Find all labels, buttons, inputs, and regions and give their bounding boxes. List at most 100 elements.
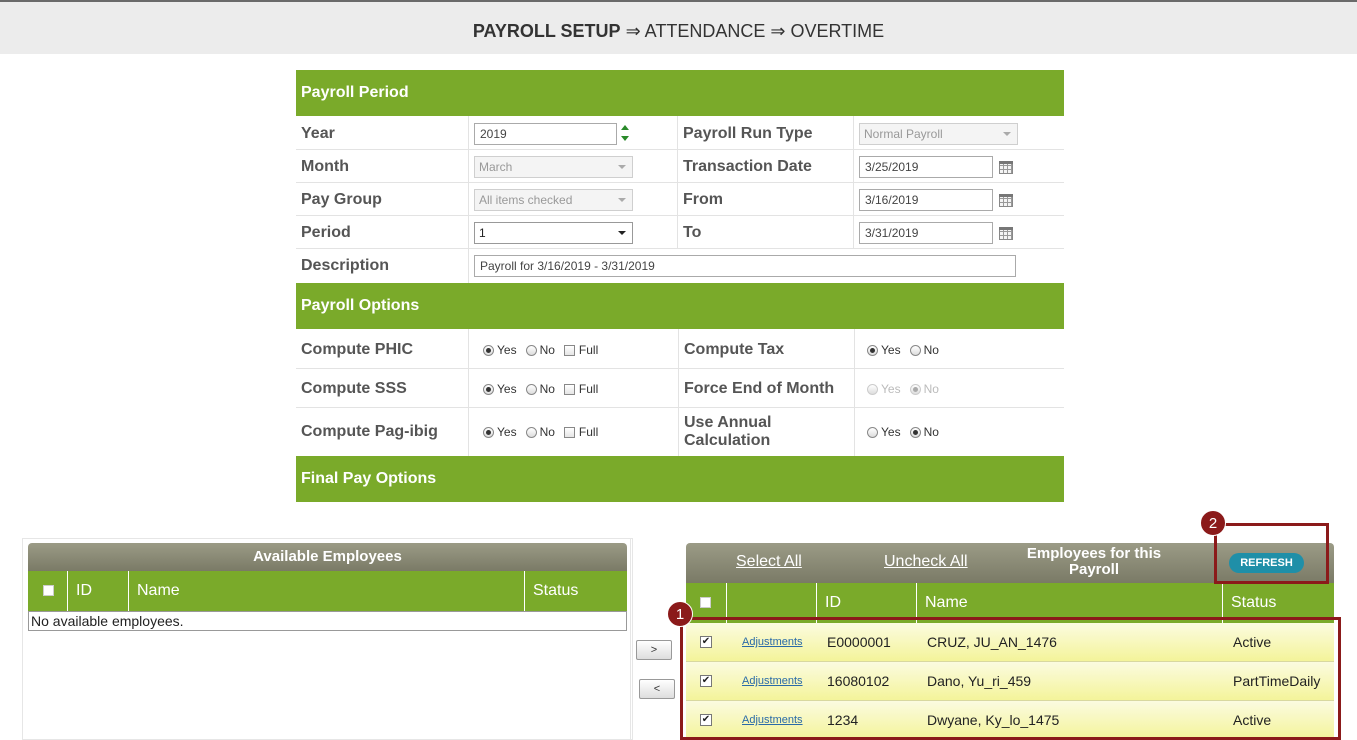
option-label: No [539, 343, 555, 357]
select-all-checkbox[interactable] [700, 597, 711, 608]
selected-title-line: Payroll [1068, 561, 1120, 578]
col-status[interactable]: Status [525, 571, 627, 611]
col-id[interactable]: ID [68, 571, 129, 611]
tax-yes-radio[interactable] [867, 344, 878, 356]
eom-label: Force End of Month [684, 380, 835, 397]
sss-full-checkbox[interactable] [563, 383, 575, 395]
sss-no-radio[interactable] [525, 383, 537, 395]
sss-label: Compute SSS [301, 380, 407, 397]
select-all-link[interactable]: Select All [736, 553, 802, 571]
option-label: Yes [497, 382, 517, 396]
phic-yes-radio[interactable] [483, 344, 494, 356]
selected-title-line: Employees for this [1026, 545, 1162, 562]
phic-no-radio[interactable] [525, 344, 537, 356]
form-row [296, 369, 1064, 408]
annual-label: Use Annual Calculation [684, 414, 771, 450]
empty-message: No available employees. [28, 611, 627, 631]
selected-title: Employees for this Payroll [1016, 546, 1172, 578]
breadcrumb-sep: ⇒ [765, 21, 791, 41]
run-type-label: Payroll Run Type [683, 125, 813, 142]
option-label: Full [578, 382, 599, 396]
breadcrumb-attendance[interactable]: ATTENDANCE [645, 21, 766, 41]
trans-date-label: Transaction Date [683, 158, 812, 175]
from-label: From [683, 191, 723, 208]
month-value: March [479, 160, 513, 174]
option-label: Yes [497, 425, 517, 439]
move-right-button[interactable]: > [636, 640, 672, 660]
header-checkbox-cell [28, 571, 68, 611]
annotation-box-1 [680, 617, 1341, 740]
annual-options: Yes No [867, 425, 939, 439]
from-date-field[interactable]: 3/16/2019 [859, 189, 993, 211]
tax-label: Compute Tax [684, 341, 785, 358]
phic-options: Yes No Full [483, 343, 598, 357]
option-label: Yes [881, 343, 901, 357]
period-label: Period [301, 224, 351, 241]
col-name[interactable]: Name [129, 571, 525, 611]
annotation-badge-2: 2 [1200, 510, 1226, 536]
period-select[interactable]: 1 [474, 222, 633, 244]
calendar-icon[interactable] [999, 227, 1013, 240]
annual-yes-radio[interactable] [867, 426, 878, 438]
step-down-icon[interactable] [621, 136, 629, 141]
divider [678, 329, 679, 456]
option-label: Yes [881, 382, 901, 396]
year-field[interactable]: 2019 [474, 123, 617, 145]
payroll-options-header[interactable]: Payroll Options [296, 283, 1064, 329]
description-field[interactable]: Payroll for 3/16/2019 - 3/31/2019 [474, 255, 1016, 277]
option-label: No [539, 382, 555, 396]
chevron-down-icon [618, 198, 626, 202]
calendar-icon[interactable] [999, 161, 1013, 174]
pagibig-yes-radio[interactable] [483, 426, 494, 438]
available-grid-header: ID Name Status [28, 571, 627, 611]
breadcrumb-payroll-setup[interactable]: PAYROLL SETUP [473, 21, 621, 41]
calendar-icon[interactable] [999, 194, 1013, 207]
move-left-button[interactable]: < [639, 679, 675, 699]
option-label: No [923, 343, 939, 357]
month-select[interactable]: March [474, 156, 633, 178]
annotation-badge-1: 1 [667, 601, 693, 627]
to-label: To [683, 224, 702, 241]
divider [854, 329, 855, 456]
annual-no-radio[interactable] [909, 426, 921, 438]
divider [630, 538, 631, 740]
uncheck-all-link[interactable]: Uncheck All [884, 553, 968, 571]
pagibig-no-radio[interactable] [525, 426, 537, 438]
annotation-box-2 [1214, 523, 1329, 584]
pay-group-select[interactable]: All items checked [474, 189, 633, 211]
year-label: Year [301, 125, 335, 142]
tax-no-radio[interactable] [909, 344, 921, 356]
option-label: Full [578, 343, 599, 357]
divider [468, 116, 469, 283]
chevron-down-icon [618, 165, 626, 169]
breadcrumb: PAYROLL SETUP ⇒ ATTENDANCE ⇒ OVERTIME [0, 2, 1357, 54]
option-label: Full [578, 425, 599, 439]
select-all-checkbox[interactable] [43, 585, 54, 596]
payroll-period-header[interactable]: Payroll Period [296, 70, 1064, 116]
sss-yes-radio[interactable] [483, 383, 494, 395]
sss-options: Yes No Full [483, 382, 598, 396]
description-label: Description [301, 257, 390, 274]
eom-yes-radio[interactable] [867, 383, 878, 395]
phic-full-checkbox[interactable] [563, 344, 575, 356]
breadcrumb-sep: ⇒ [620, 21, 645, 41]
trans-date-field[interactable]: 3/25/2019 [859, 156, 993, 178]
year-stepper[interactable] [620, 123, 630, 145]
pagibig-options: Yes No Full [483, 425, 598, 439]
option-label: Yes [881, 425, 901, 439]
option-label: No [923, 425, 939, 439]
annual-label-line: Calculation [684, 432, 771, 449]
chevron-down-icon [618, 231, 626, 235]
final-pay-options-header[interactable]: Final Pay Options [296, 456, 1064, 502]
step-up-icon[interactable] [621, 125, 629, 130]
breadcrumb-overtime[interactable]: OVERTIME [790, 21, 884, 41]
pagibig-full-checkbox[interactable] [563, 426, 575, 438]
annual-label-line: Use Annual [684, 414, 772, 431]
available-employees-title: Available Employees [28, 543, 627, 571]
divider [853, 116, 854, 249]
pagibig-label: Compute Pag-ibig [301, 423, 438, 440]
eom-no-radio[interactable] [909, 383, 921, 395]
run-type-select[interactable]: Normal Payroll [859, 123, 1018, 145]
to-date-field[interactable]: 3/31/2019 [859, 222, 993, 244]
divider [468, 329, 469, 456]
